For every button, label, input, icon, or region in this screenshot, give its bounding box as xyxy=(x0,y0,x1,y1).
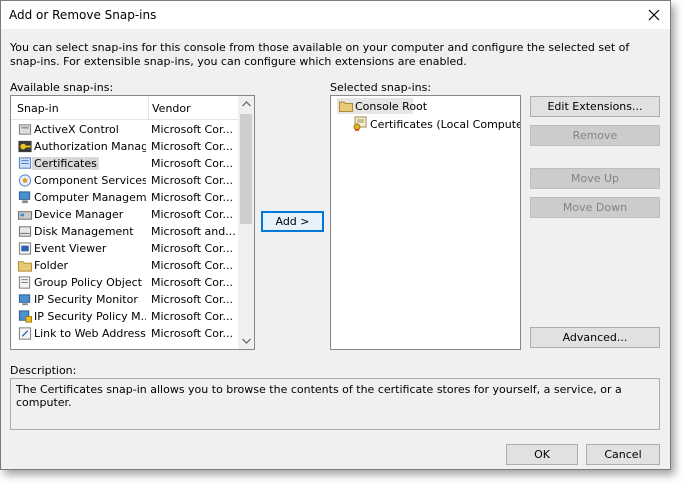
activex-icon xyxy=(18,124,32,135)
snapin-vendor: Microsoft and... xyxy=(151,225,235,238)
snapin-vendor: Microsoft Cor... xyxy=(151,208,233,221)
close-button[interactable] xyxy=(644,5,664,25)
selected-snapins-label: Selected snap-ins: xyxy=(330,81,432,94)
snapin-vendor: Microsoft Cor... xyxy=(151,123,233,136)
folder-icon xyxy=(17,261,33,272)
device-manager-icon xyxy=(17,211,33,220)
snapin-vendor: Microsoft Cor... xyxy=(151,276,233,289)
tree-item-certificates-local[interactable]: Certificates (Local Computer) xyxy=(352,116,520,132)
intro-text: You can select snap-ins for this console… xyxy=(10,41,630,68)
snapin-vendor: Microsoft Cor... xyxy=(151,327,233,340)
list-item[interactable]: Group Policy Object ... Microsoft Cor... xyxy=(11,274,239,291)
event-viewer-icon xyxy=(18,242,32,255)
chevron-up-icon xyxy=(241,101,251,107)
scroll-up-button[interactable] xyxy=(238,96,254,112)
tree-item-console-root[interactable]: Console Root xyxy=(337,98,427,114)
group-policy-icon xyxy=(18,276,31,289)
list-item[interactable]: Disk Management Microsoft and... xyxy=(11,223,239,240)
snapin-name: Link to Web Address xyxy=(34,327,146,340)
move-down-button[interactable]: Move Down xyxy=(530,197,660,218)
column-header-snapin[interactable]: Snap-in xyxy=(17,102,59,115)
list-item[interactable]: Device Manager Microsoft Cor... xyxy=(11,206,239,223)
link-icon xyxy=(18,327,32,340)
snapin-name: IP Security Policy M... xyxy=(34,310,146,323)
snapin-name: Event Viewer xyxy=(34,242,107,255)
snapin-name: Component Services xyxy=(34,174,146,187)
list-item[interactable]: Component Services Microsoft Cor... xyxy=(11,172,239,189)
advanced-button[interactable]: Advanced... xyxy=(530,327,660,348)
snapin-vendor: Microsoft Cor... xyxy=(151,259,233,272)
snapin-name: Group Policy Object ... xyxy=(34,276,146,289)
ip-security-policy-icon xyxy=(18,310,33,323)
ok-button[interactable]: OK xyxy=(506,444,578,465)
title-bar: Add or Remove Snap-ins xyxy=(1,1,670,29)
list-item[interactable]: IP Security Policy M... Microsoft Cor... xyxy=(11,308,239,325)
ip-security-monitor-icon xyxy=(18,294,31,306)
component-services-icon xyxy=(18,174,32,187)
snapin-vendor: Microsoft Cor... xyxy=(151,140,233,153)
move-up-button[interactable]: Move Up xyxy=(530,168,660,189)
snapin-name: Authorization Manager xyxy=(34,140,146,153)
scroll-down-button[interactable] xyxy=(238,333,254,349)
available-snapins-label: Available snap-ins: xyxy=(10,81,114,94)
add-button[interactable]: Add > xyxy=(261,211,324,232)
description-box: The Certificates snap-in allows you to b… xyxy=(10,378,660,430)
column-divider[interactable] xyxy=(148,96,149,120)
edit-extensions-button[interactable]: Edit Extensions... xyxy=(530,96,660,117)
snapin-name: Computer Managem... xyxy=(34,191,146,204)
selected-snapins-tree[interactable]: Console Root Certificates (Local Compute… xyxy=(330,95,521,350)
snapin-vendor: Microsoft Cor... xyxy=(151,293,233,306)
list-item[interactable]: Event Viewer Microsoft Cor... xyxy=(11,240,239,257)
snapin-vendor: Microsoft Cor... xyxy=(151,157,233,170)
snapin-vendor: Microsoft Cor... xyxy=(151,310,233,323)
tree-item-label: Console Root xyxy=(355,100,428,113)
available-snapins-rows: ActiveX Control Microsoft Cor... Authoriza… xyxy=(11,121,239,342)
list-item[interactable]: ActiveX Control Microsoft Cor... xyxy=(11,121,239,138)
snapin-vendor: Microsoft Cor... xyxy=(151,191,233,204)
authorization-icon xyxy=(18,140,32,153)
available-list-scrollbar[interactable] xyxy=(238,96,254,349)
snapin-name: Certificates xyxy=(32,157,99,170)
list-item[interactable]: Folder Microsoft Cor... xyxy=(11,257,239,274)
disk-management-icon xyxy=(18,226,32,237)
snapin-vendor: Microsoft Cor... xyxy=(151,174,233,187)
snapin-name: Device Manager xyxy=(34,208,124,221)
description-label: Description: xyxy=(10,364,77,377)
computer-management-icon xyxy=(18,191,31,204)
scroll-thumb[interactable] xyxy=(240,114,252,224)
add-remove-snapins-dialog: Add or Remove Snap-ins You can select sn… xyxy=(0,0,671,470)
list-item[interactable]: Link to Web Address Microsoft Cor... xyxy=(11,325,239,342)
folder-icon xyxy=(339,101,353,112)
close-icon xyxy=(648,9,660,21)
column-header-vendor[interactable]: Vendor xyxy=(152,102,191,115)
snapin-vendor: Microsoft Cor... xyxy=(151,242,233,255)
list-item[interactable]: Certificates Microsoft Cor... xyxy=(11,155,239,172)
list-item[interactable]: Authorization Manager Microsoft Cor... xyxy=(11,138,239,155)
list-item[interactable]: IP Security Monitor Microsoft Cor... xyxy=(11,291,239,308)
cancel-button[interactable]: Cancel xyxy=(586,444,660,465)
certificates-icon xyxy=(18,157,32,169)
certificate-icon xyxy=(353,116,367,132)
list-column-header: Snap-in Vendor xyxy=(11,96,239,120)
chevron-down-icon xyxy=(241,338,251,344)
window-title: Add or Remove Snap-ins xyxy=(9,8,157,22)
snapin-name: Disk Management xyxy=(34,225,134,238)
snapin-name: IP Security Monitor xyxy=(34,293,138,306)
remove-button[interactable]: Remove xyxy=(530,125,660,146)
snapin-name: ActiveX Control xyxy=(34,123,119,136)
description-text: The Certificates snap-in allows you to b… xyxy=(16,383,622,409)
list-item[interactable]: Computer Managem... Microsoft Cor... xyxy=(11,189,239,206)
available-snapins-list[interactable]: Snap-in Vendor ActiveX Control Microsoft … xyxy=(10,95,255,350)
tree-item-label: Certificates (Local Computer) xyxy=(370,118,521,131)
snapin-name: Folder xyxy=(34,259,68,272)
